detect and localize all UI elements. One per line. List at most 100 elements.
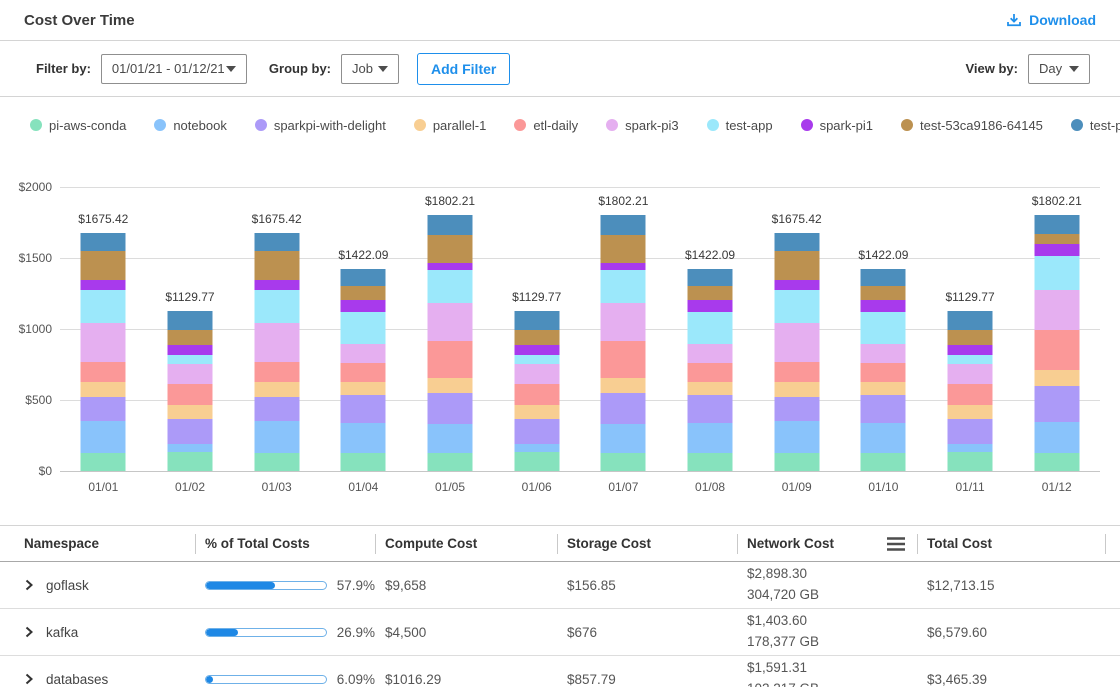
bar-segment-pi-aws-conda[interactable] xyxy=(1034,453,1079,471)
bar-segment-spark-pi3[interactable] xyxy=(428,303,473,341)
bar-segment-parallel-1[interactable] xyxy=(948,405,993,419)
bar-segment-etl-daily[interactable] xyxy=(688,363,733,382)
bar-segment-test-pkix[interactable] xyxy=(168,311,213,331)
bar-segment-spark-pi1[interactable] xyxy=(1034,244,1079,256)
bar-segment-test-53ca9186-64145[interactable] xyxy=(81,251,126,280)
bar-segment-test-pkix[interactable] xyxy=(81,233,126,250)
column-header-namespace[interactable]: Namespace xyxy=(0,526,195,561)
bar-segment-etl-daily[interactable] xyxy=(1034,330,1079,370)
bar-segment-etl-daily[interactable] xyxy=(514,384,559,405)
expand-chevron-icon[interactable] xyxy=(24,626,34,638)
bar-segment-sparkpi-with-delight[interactable] xyxy=(254,397,299,420)
bar-segment-spark-pi1[interactable] xyxy=(774,280,819,290)
bar-segment-test-app[interactable] xyxy=(1034,256,1079,290)
stacked-bar-01/09[interactable] xyxy=(774,233,819,471)
bar-segment-spark-pi1[interactable] xyxy=(341,300,386,312)
bar-segment-spark-pi3[interactable] xyxy=(861,344,906,363)
bar-segment-parallel-1[interactable] xyxy=(341,382,386,395)
stacked-bar-01/06[interactable] xyxy=(514,311,559,471)
stacked-bar-01/05[interactable] xyxy=(428,215,473,471)
bar-segment-test-app[interactable] xyxy=(514,355,559,363)
bar-segment-spark-pi3[interactable] xyxy=(168,364,213,385)
bar-segment-sparkpi-with-delight[interactable] xyxy=(428,393,473,424)
add-filter-button[interactable]: Add Filter xyxy=(417,53,510,85)
bar-segment-test-pkix[interactable] xyxy=(428,215,473,235)
expand-chevron-icon[interactable] xyxy=(24,673,34,685)
legend-item-parallel-1[interactable]: parallel-1 xyxy=(414,118,486,133)
stacked-bar-01/01[interactable] xyxy=(81,233,126,471)
bar-segment-test-53ca9186-64145[interactable] xyxy=(341,286,386,300)
bar-segment-notebook[interactable] xyxy=(948,444,993,452)
bar-segment-test-app[interactable] xyxy=(774,290,819,323)
bar-segment-parallel-1[interactable] xyxy=(688,382,733,395)
bar-segment-spark-pi1[interactable] xyxy=(948,345,993,356)
bar-segment-etl-daily[interactable] xyxy=(774,362,819,382)
expand-chevron-icon[interactable] xyxy=(24,579,34,591)
stacked-bar-01/02[interactable] xyxy=(168,311,213,471)
download-button[interactable]: Download xyxy=(1006,12,1096,28)
bar-segment-sparkpi-with-delight[interactable] xyxy=(688,395,733,423)
column-header-total[interactable]: Total Cost xyxy=(917,526,1120,561)
bar-segment-pi-aws-conda[interactable] xyxy=(81,453,126,471)
bar-segment-pi-aws-conda[interactable] xyxy=(861,453,906,471)
column-header-storage[interactable]: Storage Cost xyxy=(557,526,737,561)
bar-segment-spark-pi3[interactable] xyxy=(514,364,559,385)
bar-segment-test-pkix[interactable] xyxy=(254,233,299,250)
bar-segment-test-pkix[interactable] xyxy=(1034,215,1079,234)
bar-segment-notebook[interactable] xyxy=(774,421,819,453)
bar-segment-pi-aws-conda[interactable] xyxy=(514,452,559,471)
bar-segment-parallel-1[interactable] xyxy=(168,405,213,419)
bar-segment-notebook[interactable] xyxy=(168,444,213,452)
bar-segment-notebook[interactable] xyxy=(1034,422,1079,453)
bar-segment-parallel-1[interactable] xyxy=(601,378,646,392)
stacked-bar-01/10[interactable] xyxy=(861,269,906,471)
bar-segment-parallel-1[interactable] xyxy=(428,378,473,392)
bar-segment-spark-pi1[interactable] xyxy=(688,300,733,312)
bar-segment-test-53ca9186-64145[interactable] xyxy=(254,251,299,280)
column-header-compute[interactable]: Compute Cost xyxy=(375,526,557,561)
bar-segment-notebook[interactable] xyxy=(81,421,126,453)
legend-item-notebook[interactable]: notebook xyxy=(154,118,227,133)
bar-segment-test-53ca9186-64145[interactable] xyxy=(1034,234,1079,244)
bar-segment-notebook[interactable] xyxy=(601,424,646,453)
bar-segment-spark-pi3[interactable] xyxy=(948,364,993,385)
legend-item-spark-pi3[interactable]: spark-pi3 xyxy=(606,118,678,133)
legend-item-test-53ca9186-64145[interactable]: test-53ca9186-64145 xyxy=(901,118,1043,133)
bar-segment-pi-aws-conda[interactable] xyxy=(341,453,386,471)
stacked-bar-01/04[interactable] xyxy=(341,269,386,471)
bar-segment-notebook[interactable] xyxy=(514,444,559,452)
bar-segment-parallel-1[interactable] xyxy=(1034,370,1079,386)
legend-item-sparkpi-with-delight[interactable]: sparkpi-with-delight xyxy=(255,118,386,133)
group-by-select[interactable]: Job xyxy=(341,54,399,84)
stacked-bar-01/08[interactable] xyxy=(688,269,733,471)
bar-segment-test-53ca9186-64145[interactable] xyxy=(774,251,819,280)
bar-segment-etl-daily[interactable] xyxy=(341,363,386,382)
stacked-bar-01/07[interactable] xyxy=(601,215,646,471)
bar-segment-etl-daily[interactable] xyxy=(601,341,646,379)
bar-segment-spark-pi3[interactable] xyxy=(1034,290,1079,330)
bar-segment-pi-aws-conda[interactable] xyxy=(948,452,993,471)
bar-segment-test-app[interactable] xyxy=(948,355,993,363)
bar-segment-sparkpi-with-delight[interactable] xyxy=(81,397,126,420)
bar-segment-notebook[interactable] xyxy=(254,421,299,453)
bar-segment-test-pkix[interactable] xyxy=(688,269,733,286)
bar-segment-pi-aws-conda[interactable] xyxy=(428,453,473,471)
column-header-percent[interactable]: % of Total Costs xyxy=(195,526,375,561)
bar-segment-test-pkix[interactable] xyxy=(774,233,819,250)
bar-segment-sparkpi-with-delight[interactable] xyxy=(1034,386,1079,422)
stacked-bar-01/12[interactable] xyxy=(1034,215,1079,471)
legend-item-test-app[interactable]: test-app xyxy=(707,118,773,133)
bar-segment-test-53ca9186-64145[interactable] xyxy=(514,330,559,344)
bar-segment-test-pkix[interactable] xyxy=(341,269,386,286)
column-menu-icon[interactable] xyxy=(885,536,907,552)
bar-segment-parallel-1[interactable] xyxy=(861,382,906,395)
bar-segment-etl-daily[interactable] xyxy=(861,363,906,382)
bar-segment-spark-pi3[interactable] xyxy=(601,303,646,341)
stacked-bar-01/11[interactable] xyxy=(948,311,993,471)
bar-segment-parallel-1[interactable] xyxy=(774,382,819,397)
bar-segment-spark-pi1[interactable] xyxy=(254,280,299,290)
bar-segment-sparkpi-with-delight[interactable] xyxy=(168,419,213,444)
bar-segment-test-app[interactable] xyxy=(254,290,299,323)
bar-segment-spark-pi1[interactable] xyxy=(428,263,473,270)
bar-segment-spark-pi1[interactable] xyxy=(81,280,126,290)
